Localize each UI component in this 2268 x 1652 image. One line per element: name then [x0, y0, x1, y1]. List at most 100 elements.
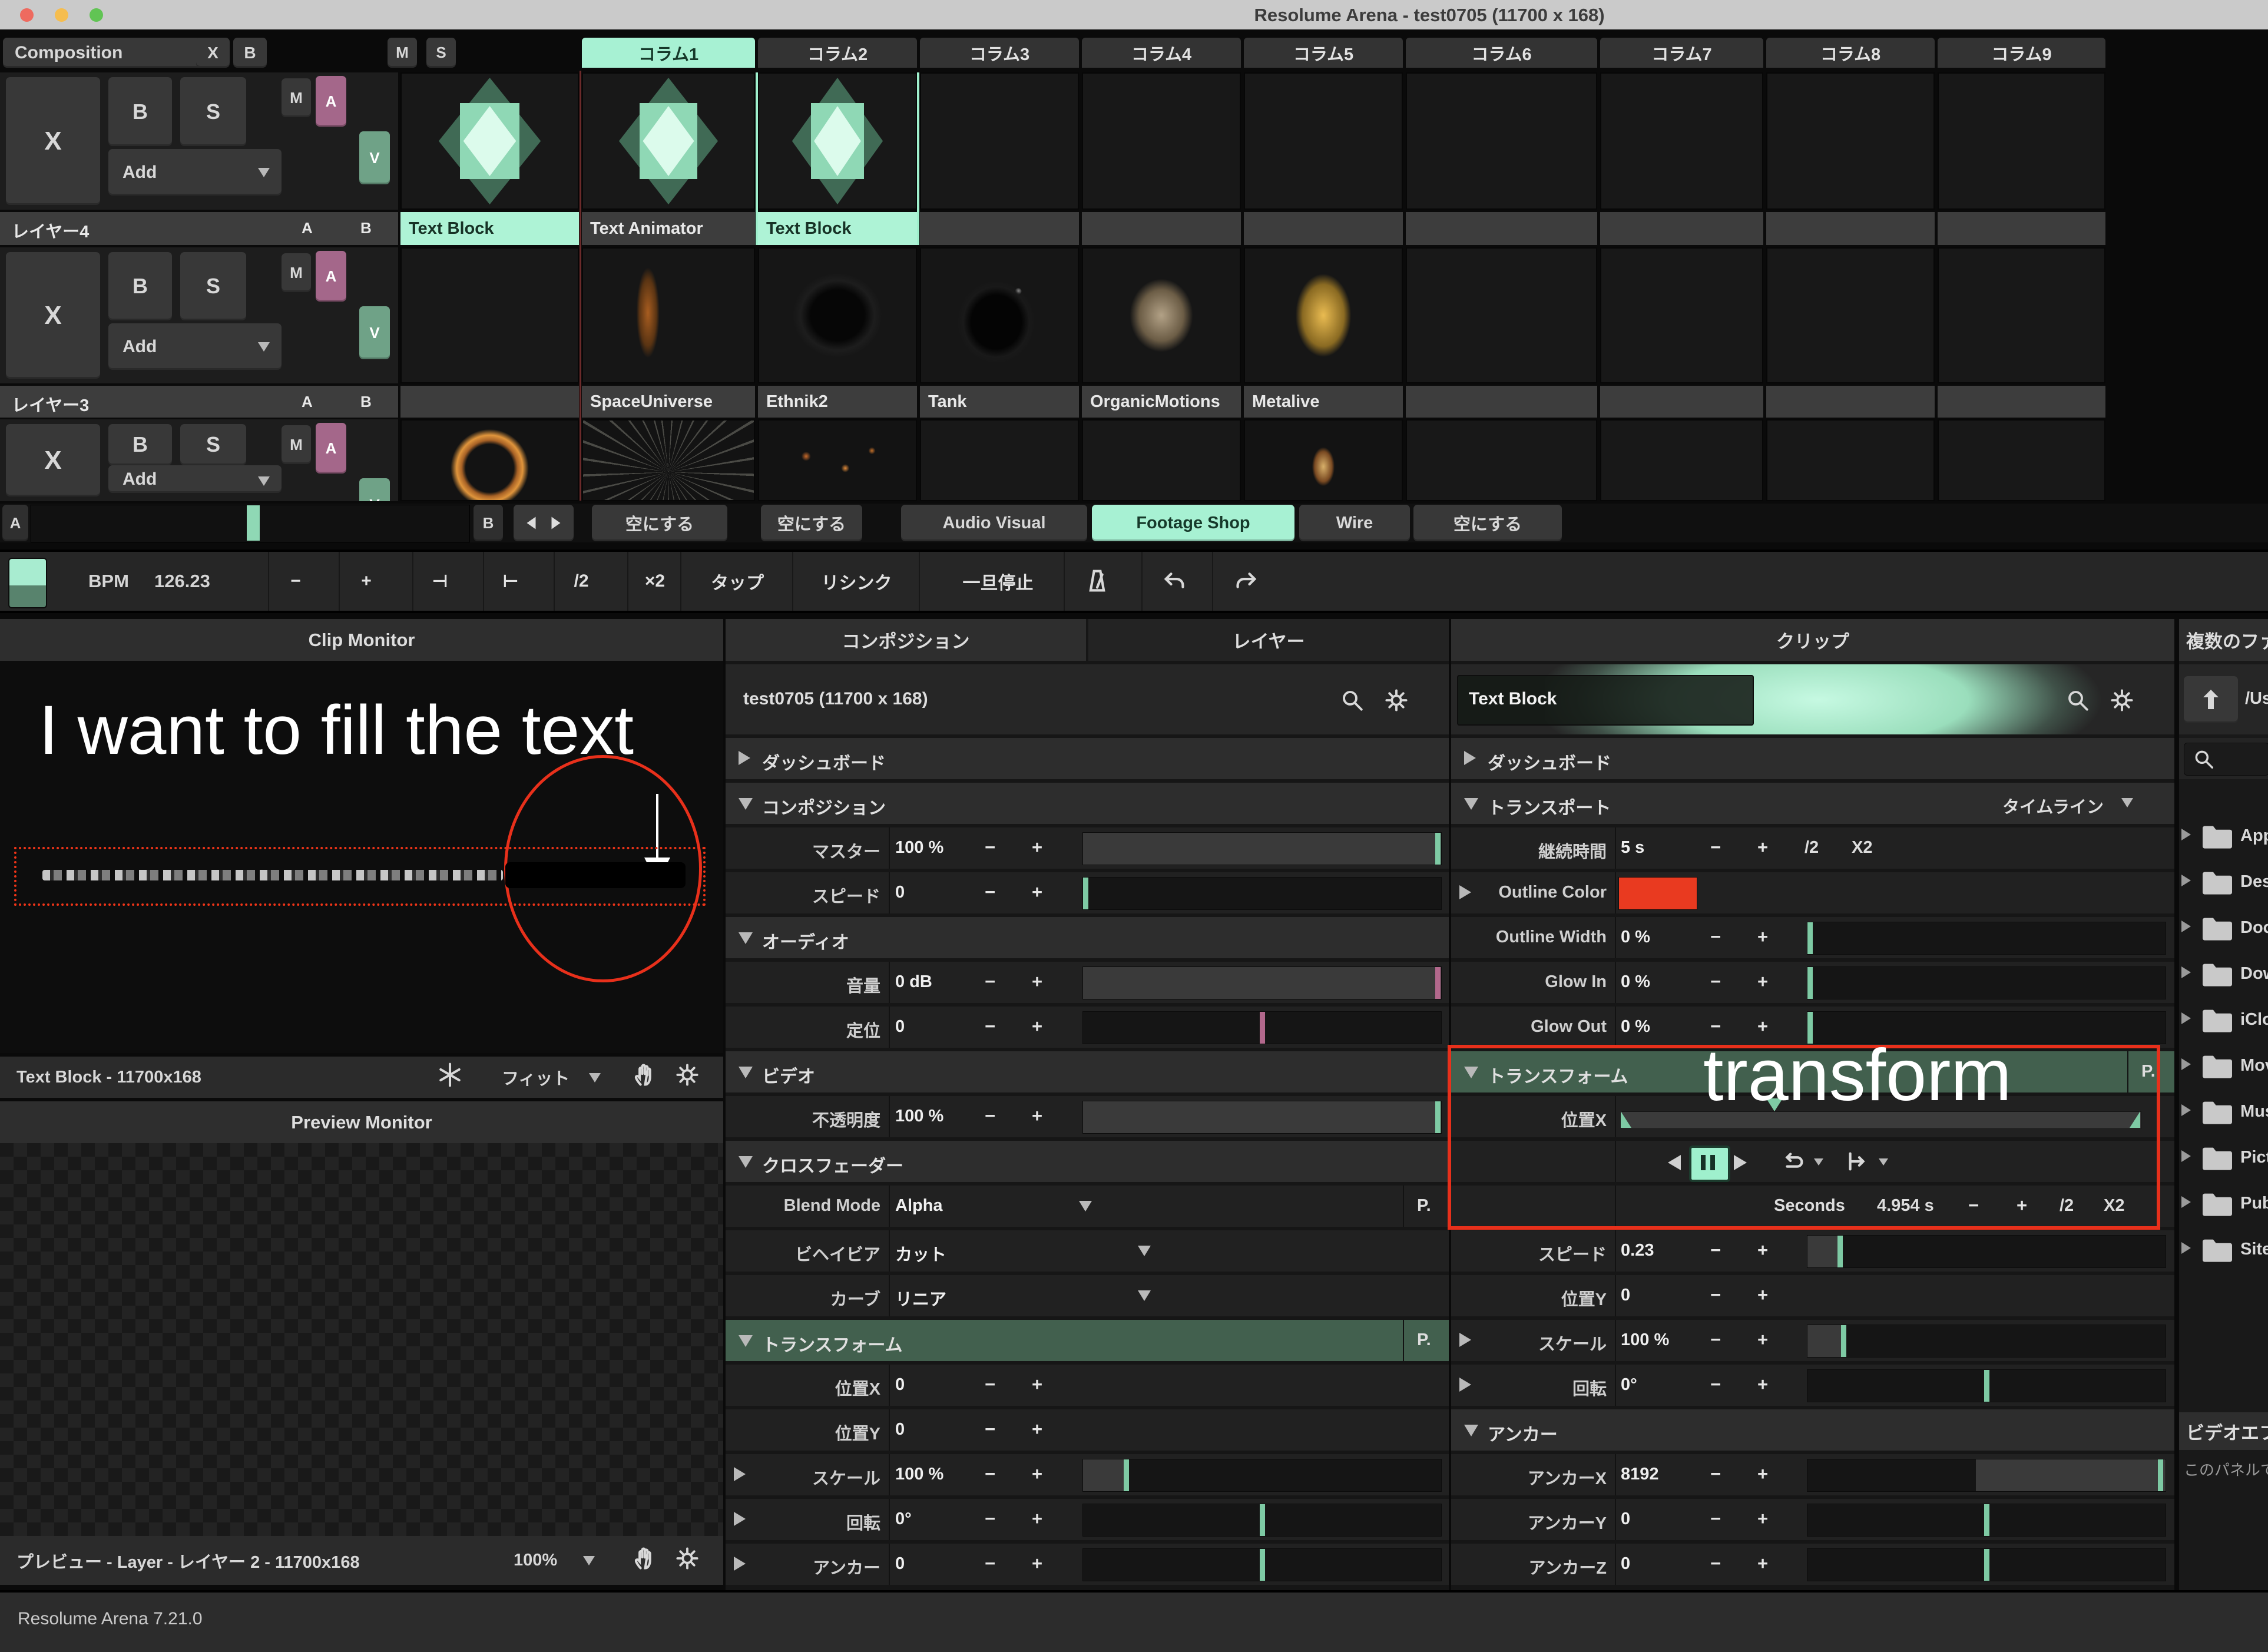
clip-cell[interactable] — [920, 72, 1079, 210]
layer-audio-button[interactable]: A — [316, 76, 346, 127]
param-value[interactable]: 0 % — [1621, 1017, 1650, 1037]
clip-cell[interactable] — [1600, 72, 1763, 210]
search-icon[interactable] — [1340, 688, 1365, 716]
folder-expand-icon[interactable] — [2181, 829, 2191, 840]
param-increase-button[interactable]: + — [1757, 926, 1768, 948]
param-value[interactable]: 100 % — [895, 838, 943, 858]
files-search-input[interactable] — [2184, 743, 2268, 776]
clip-label[interactable] — [1600, 386, 1763, 418]
layer-bypass-button[interactable]: B — [108, 424, 172, 465]
param-increase-button[interactable]: + — [1757, 1374, 1768, 1395]
param-value[interactable]: 0 — [895, 883, 905, 902]
param-slider[interactable] — [1807, 1548, 2166, 1581]
param-increase-button[interactable]: + — [1032, 971, 1042, 992]
param-decrease-button[interactable]: − — [1710, 926, 1721, 948]
param-increase-button[interactable]: + — [1757, 1464, 1768, 1485]
clip-cell[interactable] — [1244, 72, 1403, 210]
clip-label[interactable] — [1406, 212, 1597, 245]
param-decrease-button[interactable]: − — [985, 1464, 995, 1485]
clip-cell[interactable] — [1406, 419, 1597, 501]
clip-label[interactable]: OrganicMotions — [1082, 386, 1241, 418]
param-decrease-button[interactable]: − — [985, 1553, 995, 1574]
fit-dropdown-arrow-icon[interactable] — [589, 1073, 601, 1082]
param-value[interactable]: 8192 — [1621, 1465, 1659, 1484]
param-increase-button[interactable]: + — [1032, 1419, 1042, 1440]
column-trigger-2[interactable]: 空にする — [761, 505, 862, 541]
param-decrease-button[interactable]: − — [1710, 1329, 1721, 1350]
folder-expand-icon[interactable] — [2181, 1150, 2191, 1162]
param-value[interactable]: 0 — [895, 1017, 905, 1037]
slider-handle[interactable] — [1807, 1012, 1813, 1044]
layer-audio-button[interactable]: A — [316, 423, 346, 474]
clip-cell[interactable] — [1600, 419, 1763, 501]
layer-name-row[interactable]: レイヤー3AB — [0, 386, 398, 418]
param-value[interactable]: 0.23 — [1621, 1241, 1654, 1260]
param-slider[interactable] — [1807, 1504, 2166, 1537]
up-directory-button[interactable] — [2184, 676, 2238, 723]
param-slider[interactable] — [1082, 1101, 1442, 1134]
move-icon[interactable] — [437, 1062, 463, 1092]
clip-cell[interactable] — [920, 419, 1079, 501]
clip-label[interactable] — [400, 386, 579, 418]
fit-dropdown[interactable]: フィット — [502, 1065, 570, 1090]
clip-cell[interactable] — [1244, 419, 1403, 501]
param-decrease-button[interactable]: − — [985, 1419, 995, 1440]
param-decrease-button[interactable]: − — [985, 1105, 995, 1127]
clip-label[interactable] — [1600, 212, 1763, 245]
outline-color-swatch[interactable] — [1618, 877, 1697, 910]
zoom-window-button[interactable] — [90, 8, 103, 22]
seconds-increase-button[interactable]: + — [2017, 1195, 2027, 1216]
play-direction-arrow-icon[interactable] — [1879, 1158, 1888, 1166]
clip-label[interactable] — [1766, 212, 1935, 245]
pause-button[interactable]: 一旦停止 — [919, 552, 1076, 611]
param-slider[interactable] — [1082, 1011, 1442, 1044]
clip-cell[interactable] — [582, 247, 755, 383]
layer-video-button[interactable]: V — [359, 478, 390, 501]
gear-icon[interactable] — [2110, 688, 2134, 716]
undo-icon[interactable] — [1141, 552, 1207, 611]
monitor-settings-gear-icon[interactable] — [675, 1546, 700, 1575]
slider-handle[interactable] — [1984, 1504, 1989, 1536]
clip-cell[interactable] — [920, 247, 1079, 383]
composition-close-button[interactable]: X — [196, 38, 230, 68]
folder-row-iClo[interactable]: iClo — [2179, 999, 2268, 1042]
param-decrease-button[interactable]: − — [1710, 1553, 1721, 1574]
param-slider[interactable] — [1082, 966, 1442, 999]
folder-row-App[interactable]: App — [2179, 816, 2268, 858]
param-increase-button[interactable]: + — [1032, 1016, 1042, 1037]
param-value[interactable]: 0 — [1621, 1286, 1630, 1305]
metronome-icon[interactable] — [1064, 552, 1130, 611]
slider-handle[interactable] — [1083, 878, 1088, 909]
clip-cell[interactable] — [1082, 419, 1241, 501]
param-increase-button[interactable]: + — [1757, 971, 1768, 992]
layer-blend-dropdown[interactable]: Add — [108, 323, 282, 370]
clip-cell[interactable] — [1082, 72, 1241, 210]
close-window-button[interactable] — [20, 8, 34, 22]
track-end-marker[interactable] — [2130, 1111, 2140, 1128]
seconds-double-button[interactable]: X2 — [2104, 1196, 2124, 1216]
seconds-half-button[interactable]: /2 — [2060, 1196, 2074, 1216]
clip-cell[interactable] — [1938, 419, 2105, 501]
param-slider[interactable] — [1807, 1325, 2166, 1358]
layer-blend-dropdown[interactable]: Add — [108, 149, 282, 196]
layer-bypass-button[interactable]: B — [108, 77, 172, 146]
param-value[interactable]: 0 — [1621, 1554, 1630, 1574]
layer-clear-button[interactable]: X — [6, 424, 100, 496]
param-value[interactable]: 5 s — [1621, 838, 1644, 858]
folder-expand-icon[interactable] — [2181, 1242, 2191, 1254]
clip-cell[interactable] — [400, 247, 579, 383]
param-slider[interactable] — [1082, 1459, 1442, 1492]
nudge-down-button[interactable]: ⊣ — [412, 552, 466, 611]
clip-cell[interactable] — [758, 419, 917, 501]
column-header-1[interactable]: コラム1 — [582, 38, 755, 68]
param-increase-button[interactable]: + — [1757, 837, 1768, 858]
collapse-icon[interactable] — [739, 798, 753, 810]
dropdown-arrow-icon[interactable] — [1138, 1290, 1151, 1301]
layer-bypass-button[interactable]: B — [108, 252, 172, 320]
hand-tool-icon[interactable] — [631, 1062, 657, 1092]
clip-cell[interactable] — [582, 72, 755, 210]
loop-mode-button[interactable] — [1780, 1148, 1810, 1176]
folder-row-Mus[interactable]: Mus — [2179, 1091, 2268, 1134]
video-effects-tab[interactable]: ビデオエフ — [2179, 1412, 2268, 1450]
clip-cell[interactable] — [1766, 419, 1935, 501]
